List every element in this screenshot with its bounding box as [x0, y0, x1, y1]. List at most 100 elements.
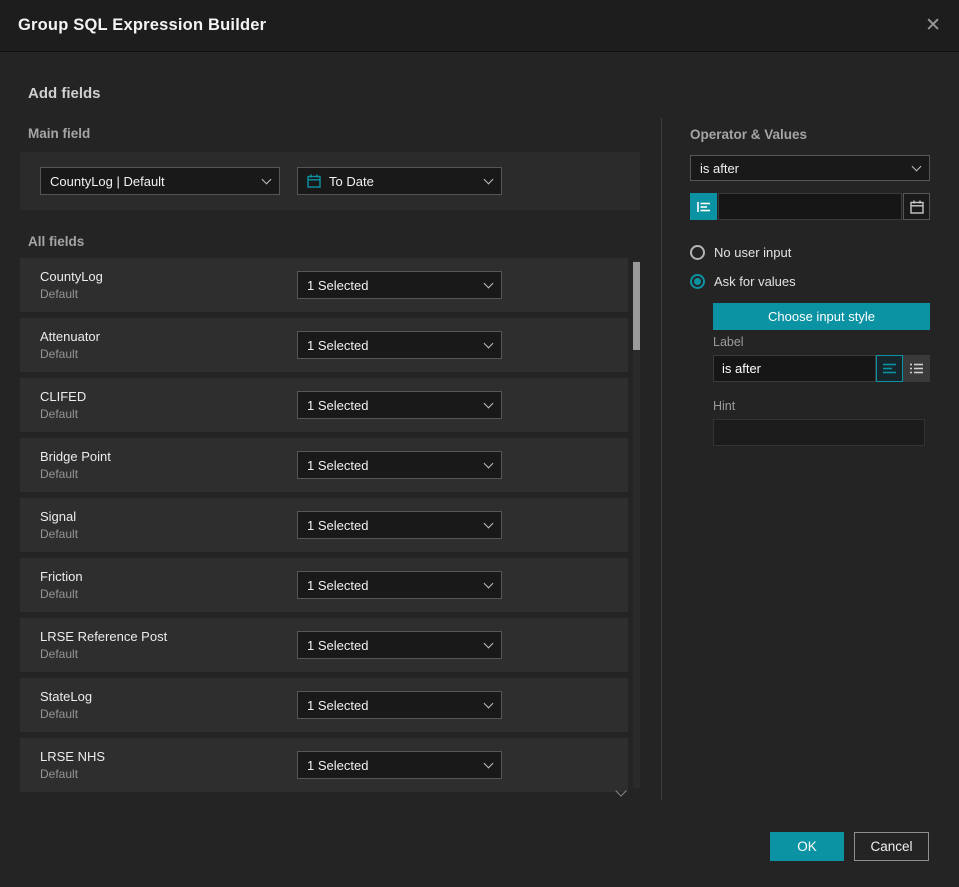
field-row: CountyLog Default 1 Selected [20, 258, 628, 312]
scrollbar-thumb[interactable] [633, 262, 640, 350]
field-selected-dropdown[interactable]: 1 Selected [297, 691, 502, 719]
field-selected-dropdown[interactable]: 1 Selected [297, 751, 502, 779]
field-info: StateLog Default [40, 689, 297, 721]
field-row: Friction Default 1 Selected [20, 558, 628, 612]
chevron-down-icon [261, 174, 272, 184]
operator-dropdown-value: is after [700, 160, 740, 176]
add-fields-heading: Add fields [28, 85, 101, 102]
field-name: StateLog [40, 689, 93, 704]
field-row: LRSE Reference Post Default 1 Selected [20, 618, 628, 672]
field-info: Friction Default [40, 569, 297, 601]
choose-input-style-button[interactable]: Choose input style [713, 303, 930, 330]
field-row: CLIFED Default 1 Selected [20, 378, 628, 432]
ok-button[interactable]: OK [770, 832, 844, 861]
input-style-icon-button[interactable] [690, 193, 717, 220]
chevron-down-icon [483, 698, 494, 708]
cancel-button[interactable]: Cancel [854, 832, 929, 861]
dialog-header: Group SQL Expression Builder ✕ [0, 0, 959, 52]
chevron-down-icon [483, 174, 494, 184]
field-name: Bridge Point [40, 449, 111, 464]
label-input-row [713, 355, 930, 382]
field-selected-dropdown[interactable]: 1 Selected [297, 331, 502, 359]
all-fields-label: All fields [28, 234, 85, 249]
radio-selected-icon [690, 274, 705, 289]
chevron-down-icon [483, 518, 494, 528]
field-selected-value: 1 Selected [307, 277, 369, 293]
field-name: Attenuator [40, 329, 100, 344]
field-selected-dropdown[interactable]: 1 Selected [297, 391, 502, 419]
label-input[interactable] [713, 355, 876, 382]
field-row: Bridge Point Default 1 Selected [20, 438, 628, 492]
date-field-dropdown[interactable]: To Date [297, 167, 502, 195]
dialog-title: Group SQL Expression Builder [18, 16, 267, 34]
input-lines-icon [696, 201, 711, 213]
calendar-icon [909, 200, 924, 214]
field-info: LRSE Reference Post Default [40, 629, 297, 661]
field-info: CLIFED Default [40, 389, 297, 421]
field-selected-value: 1 Selected [307, 577, 369, 593]
field-name: Friction [40, 569, 83, 584]
field-name: LRSE Reference Post [40, 629, 168, 644]
field-subtitle: Default [40, 407, 79, 421]
field-selected-value: 1 Selected [307, 637, 369, 653]
chevron-down-icon [483, 578, 494, 588]
chevron-down-icon [483, 758, 494, 768]
field-name: LRSE NHS [40, 749, 106, 764]
field-name: CLIFED [40, 389, 87, 404]
list-icon [910, 363, 923, 374]
field-row: Attenuator Default 1 Selected [20, 318, 628, 372]
field-selected-value: 1 Selected [307, 457, 369, 473]
text-input-style-button[interactable] [876, 355, 903, 382]
value-input[interactable] [718, 193, 902, 220]
label-label: Label [713, 335, 744, 349]
field-selected-dropdown[interactable]: 1 Selected [297, 271, 502, 299]
field-row: LRSE NHS Default 1 Selected [20, 738, 628, 792]
calendar-picker-button[interactable] [903, 193, 930, 220]
field-subtitle: Default [40, 287, 79, 301]
close-icon[interactable]: ✕ [925, 16, 941, 35]
field-subtitle: Default [40, 647, 79, 661]
field-selected-value: 1 Selected [307, 517, 369, 533]
date-field-dropdown-value: To Date [329, 173, 374, 189]
chevron-down-icon [911, 161, 922, 171]
field-info: Signal Default [40, 509, 297, 541]
field-info: Bridge Point Default [40, 449, 297, 481]
list-input-style-button[interactable] [903, 355, 930, 382]
radio-unselected-icon [690, 245, 705, 260]
field-info: Attenuator Default [40, 329, 297, 361]
field-selected-value: 1 Selected [307, 337, 369, 353]
all-fields-list: CountyLog Default 1 Selected Attenuator … [20, 258, 628, 798]
chevron-down-icon [483, 338, 494, 348]
field-selected-dropdown[interactable]: 1 Selected [297, 571, 502, 599]
vertical-divider [661, 118, 662, 800]
field-subtitle: Default [40, 347, 79, 361]
field-selected-value: 1 Selected [307, 697, 369, 713]
chevron-down-icon [483, 398, 494, 408]
field-subtitle: Default [40, 707, 79, 721]
field-info: CountyLog Default [40, 269, 297, 301]
group-sql-expression-builder-dialog: Group SQL Expression Builder ✕ Add field… [0, 0, 959, 887]
main-field-panel: CountyLog | Default To Date [20, 152, 640, 210]
chevron-down-icon [483, 638, 494, 648]
chevron-down-icon [483, 278, 494, 288]
chevron-down-icon [483, 458, 494, 468]
radio-no-user-input[interactable]: No user input [690, 245, 791, 260]
radio-ask-for-values[interactable]: Ask for values [690, 274, 796, 289]
field-subtitle: Default [40, 467, 79, 481]
field-row: StateLog Default 1 Selected [20, 678, 628, 732]
field-subtitle: Default [40, 767, 79, 781]
field-selected-dropdown[interactable]: 1 Selected [297, 511, 502, 539]
operator-dropdown[interactable]: is after [690, 155, 930, 181]
hint-input[interactable] [713, 419, 925, 446]
field-name: CountyLog [40, 269, 103, 284]
field-row: Signal Default 1 Selected [20, 498, 628, 552]
hint-label: Hint [713, 399, 736, 413]
field-subtitle: Default [40, 587, 79, 601]
radio-no-user-input-label: No user input [714, 245, 792, 260]
main-field-dropdown[interactable]: CountyLog | Default [40, 167, 280, 195]
scrollbar[interactable] [633, 260, 640, 788]
field-selected-dropdown[interactable]: 1 Selected [297, 631, 502, 659]
field-selected-value: 1 Selected [307, 757, 369, 773]
field-selected-dropdown[interactable]: 1 Selected [297, 451, 502, 479]
field-subtitle: Default [40, 527, 79, 541]
